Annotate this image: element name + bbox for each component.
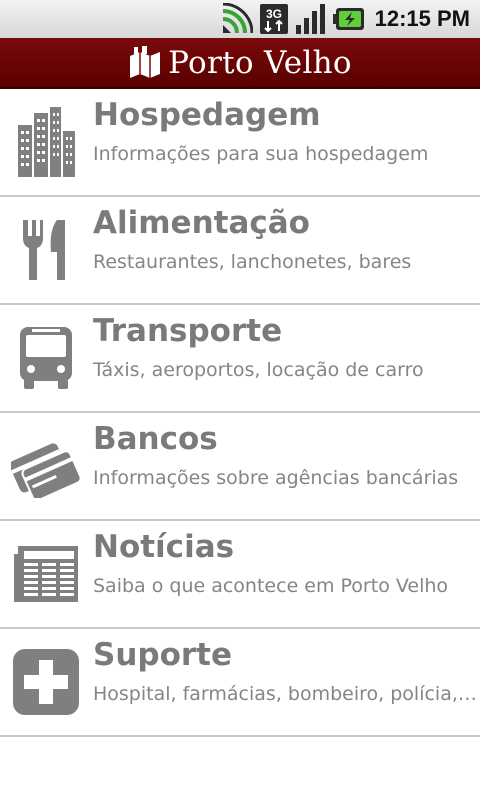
menu-item-subtitle: Saiba o que acontece em Porto Velho [93,575,449,597]
menu-item-title: Suporte [93,637,233,673]
cell-signal-icon [295,4,325,34]
signal-broadcast-icon [222,3,253,34]
app-title: Porto Velho [168,44,352,81]
battery-charging-icon [332,8,364,30]
menu-item-title: Notícias [93,529,235,565]
3g-data-icon: 3G [259,4,288,34]
status-bar: 3G 12:15 PM [0,0,480,38]
menu-item-subtitle: Restaurantes, lanchonetes, bares [93,251,412,273]
menu-item-title: Hospedagem [93,97,321,133]
menu-item-title: Transporte [93,313,283,349]
menu-item-transporte[interactable]: Transporte Táxis, aeroportos, locação de… [0,305,480,413]
status-time: 12:15 PM [374,6,470,31]
menu-item-hospedagem[interactable]: Hospedagem Informações para sua hospedag… [0,89,480,197]
menu-list: Hospedagem Informações para sua hospedag… [0,89,480,737]
status-icons: 3G 12:15 PM [219,0,470,38]
menu-item-alimentacao[interactable]: Alimentação Restaurantes, lanchonetes, b… [0,197,480,305]
menu-item-subtitle: Informações sobre agências bancárias [93,467,459,489]
fork-knife-icon [10,209,82,291]
medical-cross-icon [10,641,82,723]
menu-item-bancos[interactable]: Bancos Informações sobre agências bancár… [0,413,480,521]
buildings-icon [10,101,82,183]
menu-item-subtitle: Táxis, aeroportos, locação de carro [93,359,424,381]
newspaper-icon [10,533,82,615]
svg-text:3G: 3G [266,7,282,21]
bus-icon [10,317,82,399]
menu-item-subtitle: Informações para sua hospedagem [93,143,429,165]
menu-item-suporte[interactable]: Suporte Hospital, farmácias, bombeiro, p… [0,629,480,737]
menu-item-noticias[interactable]: Notícias Saiba o que acontece em Porto V… [0,521,480,629]
menu-item-title: Bancos [93,421,218,457]
credit-cards-icon [10,425,82,507]
menu-item-subtitle: Hospital, farmácias, bombeiro, polícia, … [93,683,478,705]
menu-item-title: Alimentação [93,205,310,241]
app-header: Porto Velho [0,38,480,89]
city-map-logo-icon [130,45,161,78]
